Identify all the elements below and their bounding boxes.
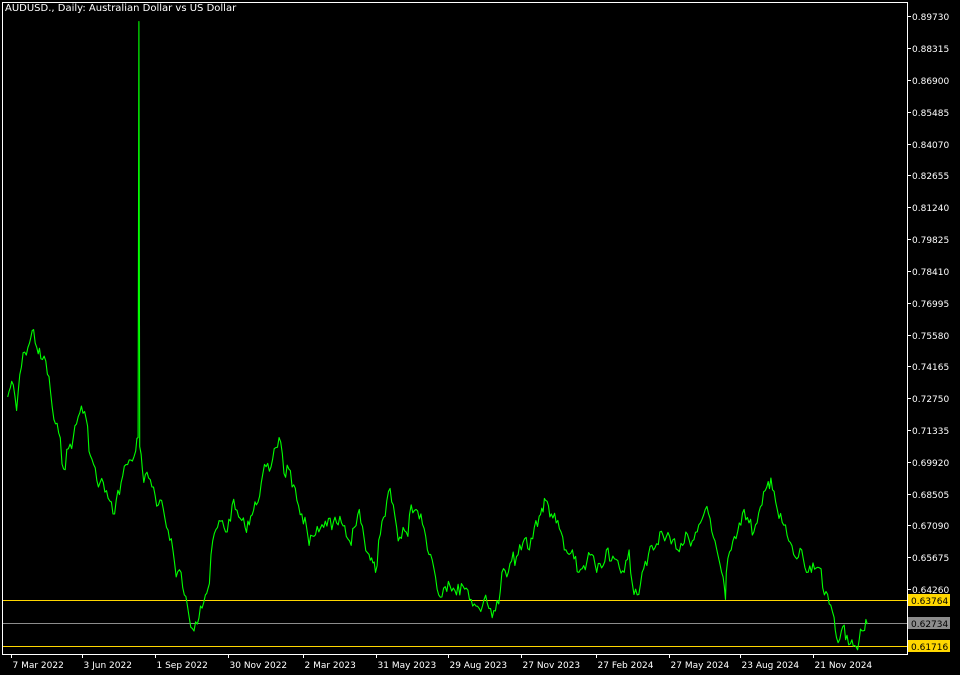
- price-chart[interactable]: 0.89730 0.88315 0.86900 0.85485 0.84070 0.826…: [0, 0, 960, 675]
- y-tick-label-12: 0.72750: [912, 395, 949, 405]
- y-tick-label-14: 0.69920: [912, 459, 949, 469]
- y-tick-label-10: 0.75580: [912, 332, 949, 342]
- x-tick-label-9: 27 May 2024: [671, 661, 730, 671]
- y-tick-label-13: 0.71335: [912, 427, 949, 437]
- y-tick-label-7: 0.79825: [912, 236, 949, 246]
- x-tick-label-7: 27 Nov 2023: [523, 661, 581, 671]
- x-tick-label-3: 30 Nov 2022: [230, 661, 288, 671]
- chart-title: AUDUSD., Daily: Australian Dollar vs US …: [5, 3, 237, 14]
- x-tick-label-1: 3 Jun 2022: [84, 661, 132, 671]
- y-tick-label-0: 0.89730: [912, 13, 949, 23]
- y-tick-label-8: 0.78410: [912, 268, 949, 278]
- x-tick-label-10: 23 Aug 2024: [742, 661, 800, 671]
- y-tick-label-11: 0.74165: [912, 363, 949, 373]
- y-tick-label-2: 0.86900: [912, 77, 949, 87]
- y-tick-label-17: 0.65675: [912, 554, 949, 564]
- y-tick-label-3: 0.85485: [912, 109, 949, 119]
- plot-background: [0, 0, 960, 675]
- x-tick-label-4: 2 Mar 2023: [305, 661, 356, 671]
- x-tick-label-11: 21 Nov 2024: [815, 661, 873, 671]
- y-tick-label-5: 0.82655: [912, 172, 949, 182]
- y-tick-label-6: 0.81240: [912, 204, 949, 214]
- y-tick-label-4: 0.84070: [912, 141, 949, 151]
- x-tick-label-0: 7 Mar 2022: [13, 661, 64, 671]
- level-label-0: 0.63764: [911, 597, 948, 607]
- x-tick-label-2: 1 Sep 2022: [157, 661, 208, 671]
- y-tick-label-9: 0.76995: [912, 300, 949, 310]
- level-label-1: 0.62734: [911, 620, 948, 630]
- y-tick-label-15: 0.68505: [912, 491, 949, 501]
- level-labels: 0.63764 0.62734 0.61716: [908, 594, 950, 653]
- x-tick-label-6: 29 Aug 2023: [450, 661, 508, 671]
- y-tick-label-16: 0.67090: [912, 522, 949, 532]
- level-label-2: 0.61716: [911, 643, 948, 653]
- x-tick-label-8: 27 Feb 2024: [598, 661, 654, 671]
- chart-area[interactable]: 0.89730 0.88315 0.86900 0.85485 0.84070 0.826…: [0, 0, 960, 675]
- x-tick-label-5: 31 May 2023: [378, 661, 437, 671]
- y-tick-label-1: 0.88315: [912, 45, 949, 55]
